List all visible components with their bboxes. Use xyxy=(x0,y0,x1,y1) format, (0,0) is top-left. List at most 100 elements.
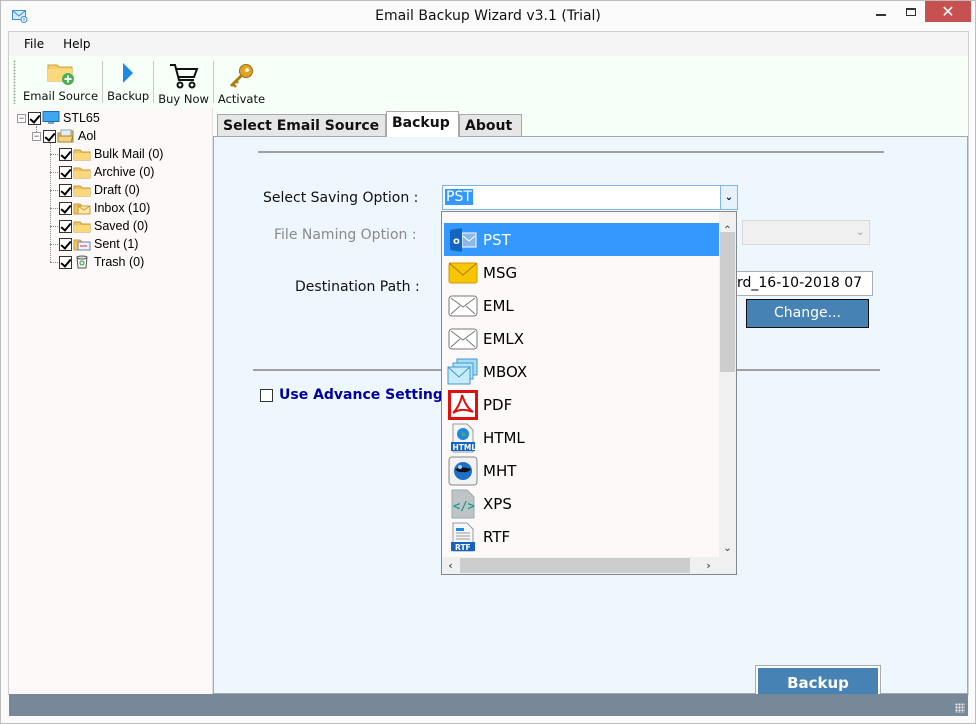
tree-node-folder[interactable]: Draft (0) xyxy=(59,181,140,199)
file-naming-select: ⌄ xyxy=(742,220,870,245)
option-label: EML xyxy=(483,296,514,315)
maximize-icon xyxy=(906,8,916,16)
advance-settings-label[interactable]: Use Advance Settings xyxy=(279,387,451,403)
option-label: MSG xyxy=(483,263,518,282)
saving-option-select[interactable]: PST ⌄ xyxy=(442,185,738,210)
svg-text:</>: </> xyxy=(453,499,475,513)
option-label: HTML xyxy=(483,428,525,447)
tree-node-folder[interactable]: Saved (0) xyxy=(59,217,148,235)
tree-checkbox[interactable] xyxy=(43,129,56,143)
tree-label: Trash (0) xyxy=(94,255,145,269)
computer-icon xyxy=(42,111,60,124)
dropdown-option-mht[interactable]: MHT xyxy=(444,454,719,487)
play-icon xyxy=(123,63,134,83)
trash-icon xyxy=(76,255,88,269)
tree-label: Saved (0) xyxy=(94,219,149,233)
destination-path-input[interactable]: rd_16-10-2018 07 xyxy=(736,271,873,296)
tree-node-stl65[interactable]: − STL65 xyxy=(17,109,100,127)
destination-label: Destination Path : xyxy=(295,279,420,295)
chevron-down-icon[interactable]: ⌄ xyxy=(720,186,737,209)
dropdown-option-rtf[interactable]: RTF RTF xyxy=(444,520,719,553)
dropdown-option-eml[interactable]: EML xyxy=(444,289,719,322)
menu-file[interactable]: File xyxy=(16,37,52,51)
tree-checkbox[interactable] xyxy=(59,255,72,269)
option-label: MBOX xyxy=(483,362,528,381)
html-globe-icon: HTML xyxy=(447,423,479,453)
tree-label: Draft (0) xyxy=(94,183,140,197)
backup-toolbar-button[interactable]: Backup xyxy=(103,56,153,106)
folder-icon xyxy=(73,221,91,233)
tree-checkbox[interactable] xyxy=(59,201,72,215)
tree-node-folder[interactable]: Sent (1) xyxy=(59,235,138,253)
svg-text:HTML: HTML xyxy=(453,443,477,452)
maximize-button[interactable] xyxy=(896,1,926,23)
activate-button[interactable]: Activate xyxy=(214,56,269,106)
app-window: Email Backup Wizard v3.1 (Trial) ✕ File … xyxy=(0,0,976,724)
vertical-scrollbar[interactable]: ⌃ ⌄ xyxy=(719,212,736,557)
envelope-icon xyxy=(447,291,479,321)
tab-about[interactable]: About xyxy=(459,114,522,136)
backup-button[interactable]: Backup xyxy=(755,665,881,695)
dropdown-option-emlx[interactable]: EMLX xyxy=(444,322,719,355)
mbox-stack-icon xyxy=(447,357,479,387)
change-button[interactable]: Change... xyxy=(746,299,869,328)
status-bar xyxy=(9,694,968,716)
tree-node-aol[interactable]: − Aol xyxy=(32,127,96,145)
tree-node-folder[interactable]: Bulk Mail (0) xyxy=(59,145,163,163)
divider xyxy=(258,151,884,153)
option-label: XPS xyxy=(483,494,512,513)
folder-icon xyxy=(73,167,91,179)
option-label: RTF xyxy=(483,527,511,546)
buy-now-label: Buy Now xyxy=(158,92,209,106)
scroll-right-icon[interactable]: › xyxy=(700,557,717,574)
scroll-thumb[interactable] xyxy=(720,232,735,372)
dropdown-option-xps[interactable]: </> XPS xyxy=(444,487,719,520)
tab-select-email-source[interactable]: Select Email Source xyxy=(217,114,386,136)
tree-checkbox[interactable] xyxy=(59,237,72,251)
backup-button-label: Backup xyxy=(758,668,878,694)
tree-checkbox[interactable] xyxy=(59,165,72,179)
sent-icon xyxy=(73,239,91,251)
tab-backup[interactable]: Backup xyxy=(386,111,459,137)
scroll-left-icon[interactable]: ‹ xyxy=(442,557,459,574)
svg-text:RTF: RTF xyxy=(455,543,471,552)
dropdown-option-pst[interactable]: o PST xyxy=(444,223,719,256)
dropdown-option-mbox[interactable]: MBOX xyxy=(444,355,719,388)
tree-checkbox[interactable] xyxy=(59,147,72,161)
scroll-down-icon[interactable]: ⌄ xyxy=(719,540,736,557)
tree-checkbox[interactable] xyxy=(59,183,72,197)
option-label: EMLX xyxy=(483,329,525,348)
menu-help[interactable]: Help xyxy=(55,37,98,51)
tree-label: Bulk Mail (0) xyxy=(94,147,164,161)
collapse-toggle[interactable]: − xyxy=(17,113,26,123)
toolbar: Email Source Backup Buy Now Activate xyxy=(9,56,968,108)
horizontal-scrollbar[interactable]: ‹ › xyxy=(442,557,736,574)
dropdown-option-pdf[interactable]: PDF xyxy=(444,388,719,421)
resize-grip[interactable] xyxy=(955,703,965,713)
saving-option-label: Select Saving Option : xyxy=(263,190,419,206)
cart-icon xyxy=(169,64,199,89)
option-label: MHT xyxy=(483,461,517,480)
xps-code-icon: </> xyxy=(447,489,479,519)
envelope-yellow-icon xyxy=(447,258,479,288)
tree-node-folder[interactable]: Archive (0) xyxy=(59,163,154,181)
tree-checkbox[interactable] xyxy=(59,219,72,233)
saving-option-dropdown: o PST MSG EML EMLX MBOX PDF HTML HTML MHT </> XPS RT… xyxy=(441,211,737,575)
checkbox[interactable] xyxy=(260,388,273,402)
buy-now-button[interactable]: Buy Now xyxy=(154,56,213,106)
email-source-button[interactable]: Email Source xyxy=(19,56,102,106)
close-button[interactable]: ✕ xyxy=(925,1,971,22)
tree-checkbox[interactable] xyxy=(28,111,41,125)
toolbar-grip[interactable] xyxy=(13,60,16,104)
saving-option-value: PST xyxy=(445,189,473,205)
dropdown-option-msg[interactable]: MSG xyxy=(444,256,719,289)
tree-node-folder[interactable]: Trash (0) xyxy=(59,253,144,271)
menu-bar: File Help xyxy=(9,32,968,56)
advance-settings-checkbox[interactable]: Use Advance Settings xyxy=(260,387,451,403)
tree-node-folder[interactable]: Inbox (10) xyxy=(59,199,150,217)
dropdown-option-html[interactable]: HTML HTML xyxy=(444,421,719,454)
minimize-button[interactable] xyxy=(866,1,896,23)
close-icon: ✕ xyxy=(941,2,955,21)
collapse-toggle[interactable]: − xyxy=(32,131,41,141)
scroll-thumb[interactable] xyxy=(460,558,690,573)
